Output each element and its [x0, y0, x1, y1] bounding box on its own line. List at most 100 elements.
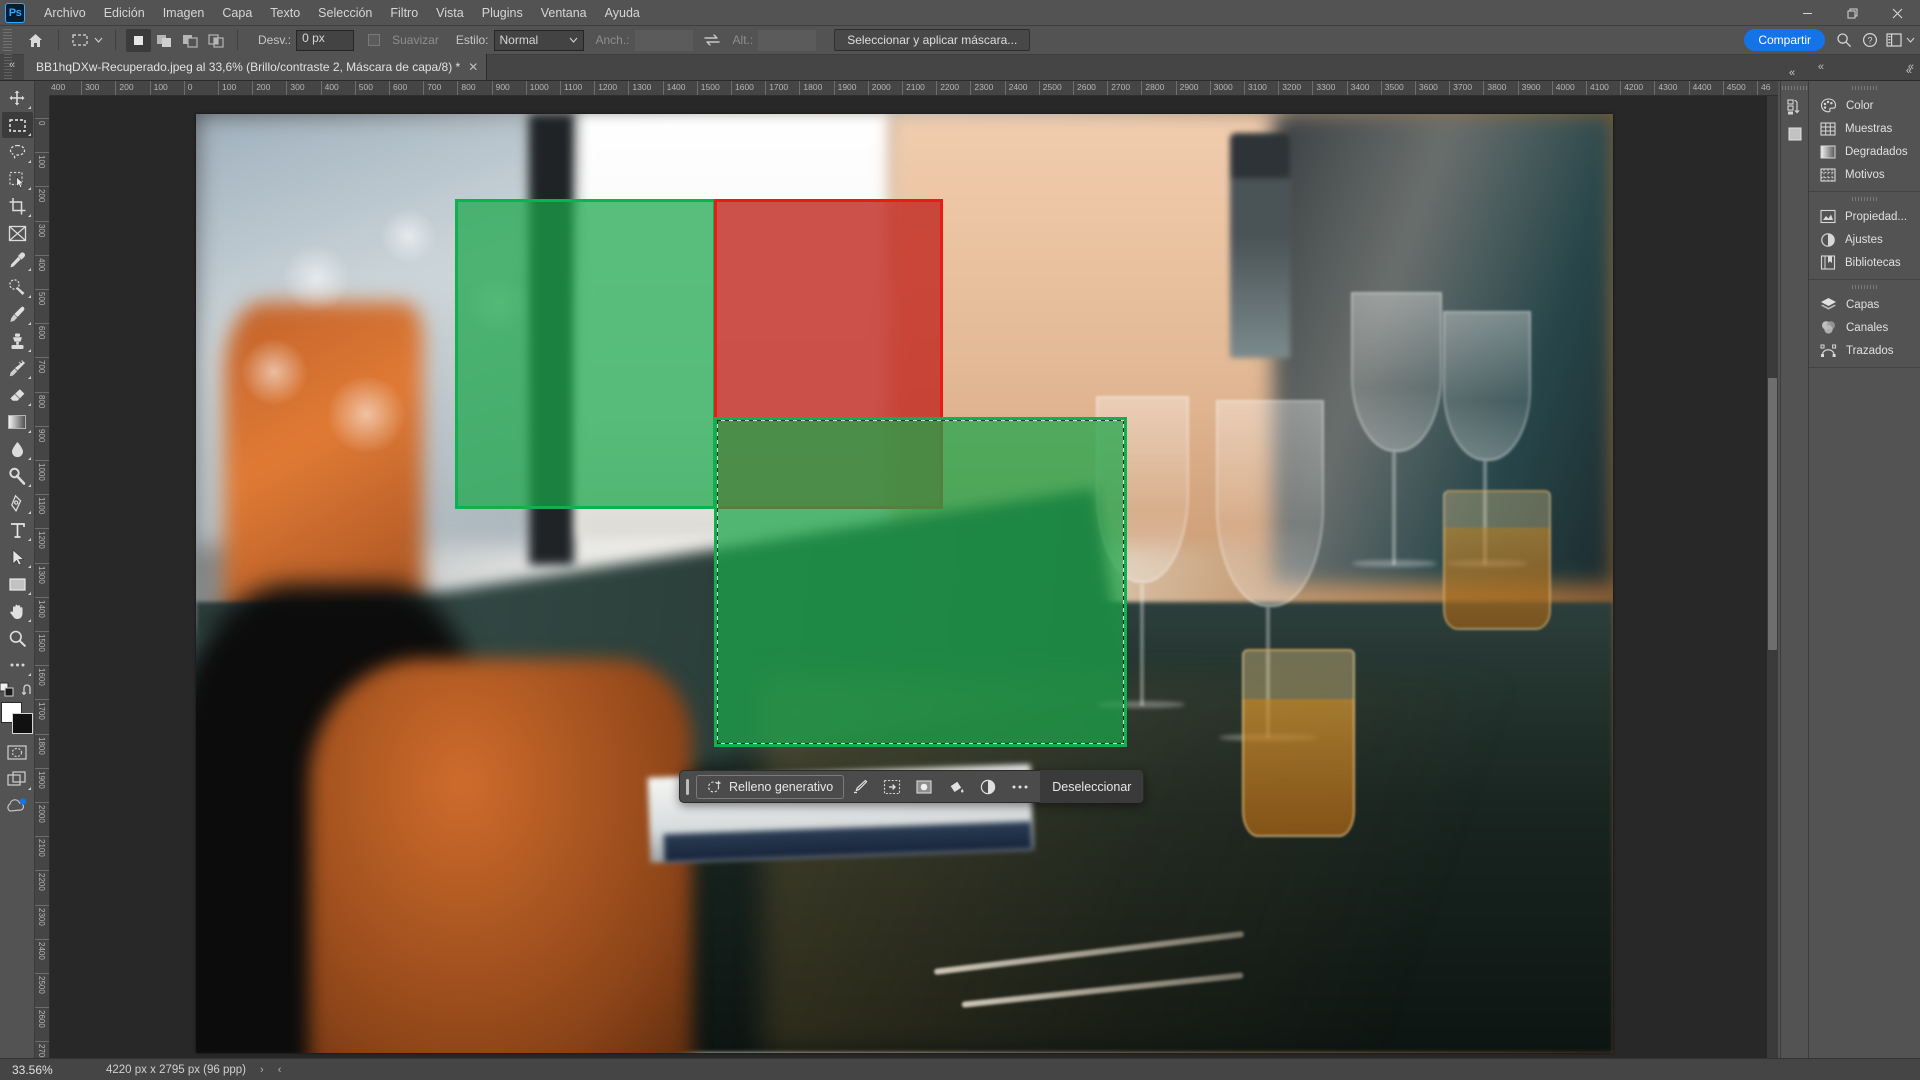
green-fill-rect-left[interactable] [455, 199, 716, 509]
zoom-tool[interactable] [2, 625, 33, 651]
path-selection-tool[interactable] [2, 544, 33, 570]
intersect-with-selection-button[interactable] [204, 29, 229, 52]
panel-item-motivos[interactable]: Motivos [1809, 163, 1920, 186]
collapse-panels-icon[interactable]: « [1789, 67, 1795, 79]
default-colors-icon[interactable] [0, 682, 15, 698]
restore-button[interactable] [1830, 0, 1875, 26]
screen-mode-icon[interactable] [2, 766, 33, 792]
brush-tool[interactable] [2, 301, 33, 327]
background-color-swatch[interactable] [12, 713, 33, 734]
panel-item-color[interactable]: Color [1809, 94, 1920, 117]
share-button[interactable]: Compartir [1744, 29, 1825, 51]
eyedropper-tool[interactable] [2, 247, 33, 273]
color-swatches[interactable] [1, 702, 33, 734]
panel-item-capas[interactable]: Capas [1809, 293, 1920, 316]
close-button[interactable] [1875, 0, 1920, 26]
subtract-from-selection-button[interactable] [178, 29, 203, 52]
rectangle-tool[interactable] [2, 571, 33, 597]
feather-input[interactable]: 0 px [296, 29, 355, 51]
collapse-dock-icon[interactable]: « [1906, 65, 1912, 77]
menu-capa[interactable]: Capa [213, 2, 261, 24]
panel-item-degradados[interactable]: Degradados [1809, 140, 1920, 163]
search-icon[interactable] [1832, 28, 1856, 52]
options-bar-grip[interactable] [3, 29, 12, 51]
minimize-button[interactable] [1785, 0, 1830, 26]
antialias-checkbox[interactable] [368, 34, 381, 46]
canvas-vertical-scrollbar[interactable] [1767, 96, 1778, 1058]
spot-healing-brush-tool[interactable] [2, 274, 33, 300]
frame-tool[interactable] [2, 220, 33, 246]
rectangular-marquee-tool[interactable] [1, 112, 33, 138]
actions-panel-icon[interactable] [1779, 121, 1810, 147]
swap-arrows-icon[interactable] [703, 33, 721, 47]
select-and-mask-button[interactable]: Seleccionar y aplicar máscara... [834, 29, 1031, 51]
chevron-down-icon[interactable] [1898, 28, 1920, 52]
menu-plugins[interactable]: Plugins [473, 2, 532, 24]
home-icon[interactable] [20, 29, 50, 52]
contextual-taskbar[interactable]: Relleno generativo Deseleccionar [679, 770, 1145, 803]
status-prev-icon[interactable]: ‹ [278, 1064, 282, 1076]
new-selection-button[interactable] [126, 28, 151, 52]
horizontal-ruler[interactable]: 400 300 200 100 0 100 200 300 400 500 600 700 800 900… [35, 81, 1778, 96]
panel-item-ajustes[interactable]: Ajustes [1809, 228, 1920, 251]
status-next-icon[interactable]: › [260, 1064, 264, 1076]
close-icon[interactable]: ✕ [468, 60, 478, 74]
taskbar-drag-handle[interactable] [686, 778, 689, 795]
panel-item-trazados[interactable]: Trazados [1809, 339, 1920, 362]
panel-item-propiedades[interactable]: Propiedad... [1809, 205, 1920, 228]
adjustment-layer-icon[interactable] [973, 774, 1003, 800]
panel-group-grip[interactable] [1809, 192, 1920, 205]
menu-archivo[interactable]: Archivo [35, 2, 95, 24]
canvas-area[interactable] [50, 96, 1778, 1058]
select-subject-icon[interactable] [845, 774, 875, 800]
panel-item-canales[interactable]: Canales [1809, 316, 1920, 339]
lasso-tool[interactable] [2, 139, 33, 165]
zoom-level[interactable]: 33.56% [12, 1063, 84, 1077]
panel-group-grip[interactable] [1809, 280, 1920, 293]
help-icon[interactable]: ? [1858, 28, 1882, 52]
panel-item-muestras[interactable]: Muestras [1809, 117, 1920, 140]
history-brush-tool[interactable] [2, 355, 33, 381]
panel-item-bibliotecas[interactable]: Bibliotecas [1809, 251, 1920, 274]
menu-texto[interactable]: Texto [261, 2, 309, 24]
menu-filtro[interactable]: Filtro [381, 2, 427, 24]
clone-stamp-tool[interactable] [2, 328, 33, 354]
type-tool[interactable] [2, 517, 33, 543]
history-panel-icon[interactable] [1779, 94, 1810, 120]
tool-preset-picker[interactable] [67, 29, 107, 52]
style-select[interactable]: Normal [493, 29, 584, 51]
edit-toolbar-tool[interactable] [2, 652, 33, 678]
width-input[interactable] [634, 29, 693, 51]
pen-tool[interactable] [2, 490, 33, 516]
eraser-tool[interactable] [2, 382, 33, 408]
menu-imagen[interactable]: Imagen [154, 2, 214, 24]
menu-edicion[interactable]: Edición [95, 2, 154, 24]
transform-selection-icon[interactable] [877, 774, 907, 800]
menu-seleccion[interactable]: Selección [309, 2, 381, 24]
object-selection-tool[interactable] [2, 166, 33, 192]
menu-ayuda[interactable]: Ayuda [596, 2, 649, 24]
dodge-tool[interactable] [2, 463, 33, 489]
height-input[interactable] [758, 29, 817, 51]
gradient-tool[interactable] [2, 409, 33, 435]
vertical-ruler[interactable]: 0 100 200 300 400 500 600 700 800 900 1000 1100 1200… [35, 96, 50, 1058]
icon-column-grip[interactable] [1781, 81, 1808, 94]
crop-tool[interactable] [2, 193, 33, 219]
deselect-button[interactable]: Deseleccionar [1040, 770, 1144, 803]
menu-ventana[interactable]: Ventana [532, 2, 596, 24]
hand-tool[interactable] [2, 598, 33, 624]
create-mask-icon[interactable] [909, 774, 939, 800]
collapse-left-icon[interactable]: « [9, 59, 15, 71]
generative-fill-button[interactable]: Relleno generativo [696, 774, 845, 799]
document-artboard[interactable] [196, 114, 1613, 1053]
green-fill-rect-right[interactable] [714, 417, 1127, 747]
blur-tool[interactable] [2, 436, 33, 462]
fill-selection-icon[interactable] [941, 774, 971, 800]
more-options-icon[interactable] [1005, 774, 1035, 800]
quick-mask-icon[interactable] [2, 739, 33, 765]
move-tool[interactable] [2, 85, 33, 111]
add-to-selection-button[interactable] [152, 29, 177, 52]
document-tab[interactable]: BB1hqDXw-Recuperado.jpeg al 33,6% (Brill… [24, 54, 488, 80]
panel-group-grip[interactable] [1809, 81, 1920, 94]
collapse-right-icon[interactable]: « [1818, 61, 1824, 73]
